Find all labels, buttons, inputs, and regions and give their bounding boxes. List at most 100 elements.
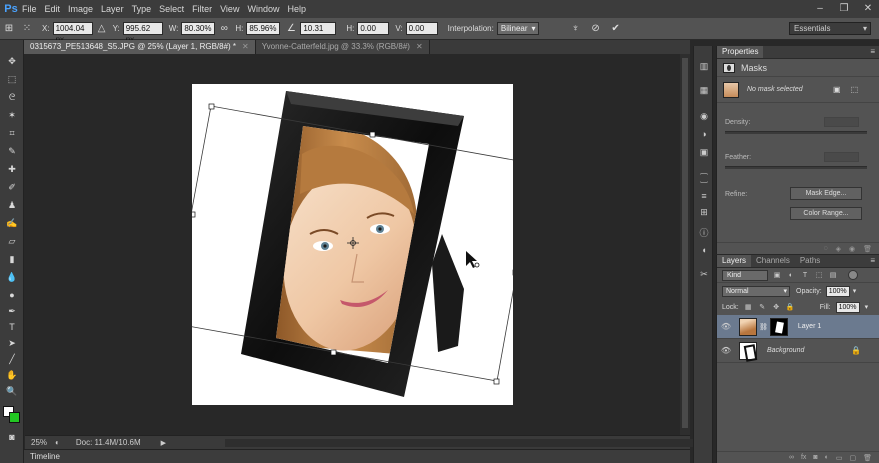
transform-handle[interactable]: [208, 103, 215, 110]
gradient-tool-icon[interactable]: ▮: [4, 252, 20, 266]
notes-icon[interactable]: ◖: [697, 244, 711, 256]
mask-edge-button[interactable]: Mask Edge...: [790, 187, 862, 200]
layer-kind-select[interactable]: Kind: [722, 269, 768, 281]
menu-edit[interactable]: Edit: [45, 4, 69, 14]
document-canvas[interactable]: [192, 84, 513, 405]
eyedropper-tool-icon[interactable]: ✎: [4, 144, 20, 158]
layer-row-layer-1[interactable]: 👁 ⛓ Layer 1: [717, 315, 879, 339]
swatches-icon[interactable]: ▦: [697, 84, 711, 96]
color-range-button[interactable]: Color Range...: [790, 207, 862, 220]
opacity-dropdown-icon[interactable]: ▾: [853, 287, 857, 295]
styles-icon[interactable]: ▣: [697, 146, 711, 158]
history-brush-tool-icon[interactable]: ✍: [4, 216, 20, 230]
share-icon[interactable]: ◐: [55, 438, 60, 447]
pen-tool-icon[interactable]: ✒: [4, 304, 20, 318]
lock-pixels-icon[interactable]: ✎: [758, 303, 767, 312]
apply-mask-icon[interactable]: ◈: [836, 245, 841, 253]
blend-mode-select[interactable]: Normal: [722, 285, 790, 297]
new-group-icon[interactable]: ▭: [836, 454, 843, 462]
delta-icon[interactable]: △: [95, 22, 109, 36]
blur-tool-icon[interactable]: 💧: [4, 270, 20, 284]
add-mask-icon[interactable]: ◙: [813, 454, 817, 461]
pixel-mask-icon[interactable]: ▣: [833, 85, 841, 94]
crop-tool-icon[interactable]: ⌗: [4, 126, 20, 140]
menu-image[interactable]: Image: [68, 4, 101, 14]
feather-slider[interactable]: [725, 166, 867, 169]
zoom-tool-icon[interactable]: 🔍: [4, 384, 20, 398]
tab-paths[interactable]: Paths: [795, 255, 825, 267]
fill-input[interactable]: 100%: [835, 301, 860, 313]
layer-name[interactable]: Background: [767, 347, 804, 354]
toggle-mask-icon[interactable]: ◉: [849, 245, 855, 253]
lock-transparent-icon[interactable]: ▦: [744, 303, 753, 312]
healing-brush-tool-icon[interactable]: ✚: [4, 162, 20, 176]
hand-tool-icon[interactable]: ✋: [4, 368, 20, 382]
brush-presets-icon[interactable]: ⊞: [697, 206, 711, 218]
warp-icon[interactable]: ♆: [569, 22, 583, 36]
lasso-tool-icon[interactable]: ᘓ: [4, 90, 20, 104]
pixel-filter-icon[interactable]: ▣: [772, 270, 782, 280]
menu-layer[interactable]: Layer: [101, 4, 132, 14]
lock-all-icon[interactable]: 🔒: [786, 303, 795, 312]
adjustment-layer-icon[interactable]: ◐: [825, 454, 829, 461]
transform-handle[interactable]: [369, 131, 376, 138]
interpolation-select[interactable]: Bilinear: [496, 22, 539, 35]
info-icon[interactable]: ⓘ: [697, 226, 711, 238]
menu-select[interactable]: Select: [159, 4, 192, 14]
brush-tool-icon[interactable]: ✐: [4, 180, 20, 194]
path-selection-tool-icon[interactable]: ➤: [4, 336, 20, 350]
opacity-input[interactable]: 100%: [825, 285, 850, 297]
link-icon[interactable]: ∞: [217, 22, 231, 36]
restore-button[interactable]: ❐: [837, 3, 851, 15]
panel-menu-icon[interactable]: ≡: [870, 256, 875, 265]
marquee-tool-icon[interactable]: ⬚: [4, 72, 20, 86]
menu-file[interactable]: File: [22, 4, 45, 14]
paragraph-icon[interactable]: ⁐: [697, 172, 711, 184]
color-icon[interactable]: ◉: [697, 110, 711, 122]
workspace-select[interactable]: Essentials: [789, 22, 871, 35]
background-color-swatch[interactable]: [9, 412, 20, 423]
x-position-input[interactable]: 1004.04 px: [52, 22, 93, 44]
type-tool-icon[interactable]: T: [4, 320, 20, 334]
menu-type[interactable]: Type: [132, 4, 160, 14]
canvas-area[interactable]: [25, 54, 680, 435]
transform-handle[interactable]: [493, 378, 500, 385]
smart-object-filter-icon[interactable]: ▤: [828, 270, 838, 280]
close-icon[interactable]: ✕: [242, 40, 249, 54]
reference-point-icon[interactable]: ⁙: [20, 22, 34, 36]
height-input[interactable]: 85.96%: [246, 22, 281, 35]
density-slider[interactable]: [725, 131, 867, 134]
menu-window[interactable]: Window: [247, 4, 287, 14]
vertical-scrollbar[interactable]: [680, 54, 690, 435]
new-layer-icon[interactable]: ▢: [849, 454, 856, 462]
layer-style-icon[interactable]: fx: [801, 454, 806, 461]
trash-icon[interactable]: 🗑: [863, 454, 872, 462]
lock-position-icon[interactable]: ✥: [772, 303, 781, 312]
commit-transform-icon[interactable]: ✔: [609, 22, 623, 36]
horizontal-scrollbar[interactable]: [225, 439, 695, 447]
character-icon[interactable]: ≡: [697, 190, 711, 202]
timeline-panel-tab[interactable]: Timeline: [24, 449, 690, 463]
close-button[interactable]: ✕: [861, 3, 875, 15]
link-layers-icon[interactable]: ∞: [789, 454, 794, 461]
quick-select-tool-icon[interactable]: ✶: [4, 108, 20, 122]
visibility-eye-icon[interactable]: 👁: [719, 346, 733, 355]
line-tool-icon[interactable]: ╱: [4, 352, 20, 366]
layer-row-background[interactable]: 👁 Background 🔒: [717, 339, 879, 363]
fill-dropdown-icon[interactable]: ▾: [865, 303, 869, 311]
panel-menu-icon[interactable]: ≡: [870, 47, 875, 56]
status-menu-arrow-icon[interactable]: ▶: [161, 439, 166, 447]
menu-help[interactable]: Help: [287, 4, 314, 14]
clone-stamp-tool-icon[interactable]: ♟: [4, 198, 20, 212]
move-tool-icon[interactable]: ✥: [4, 54, 20, 68]
trash-icon[interactable]: 🗑: [863, 245, 872, 253]
horizontal-skew-input[interactable]: 0.00: [357, 22, 390, 35]
eraser-tool-icon[interactable]: ▱: [4, 234, 20, 248]
transform-handle[interactable]: [192, 211, 196, 218]
transform-tool-icon[interactable]: ⊞: [2, 22, 16, 36]
history-icon[interactable]: ▥: [697, 60, 711, 72]
menu-filter[interactable]: Filter: [192, 4, 220, 14]
filter-toggle[interactable]: [848, 270, 858, 280]
adjustments-icon[interactable]: ◑: [697, 128, 711, 140]
load-selection-icon[interactable]: ◌: [823, 245, 827, 252]
